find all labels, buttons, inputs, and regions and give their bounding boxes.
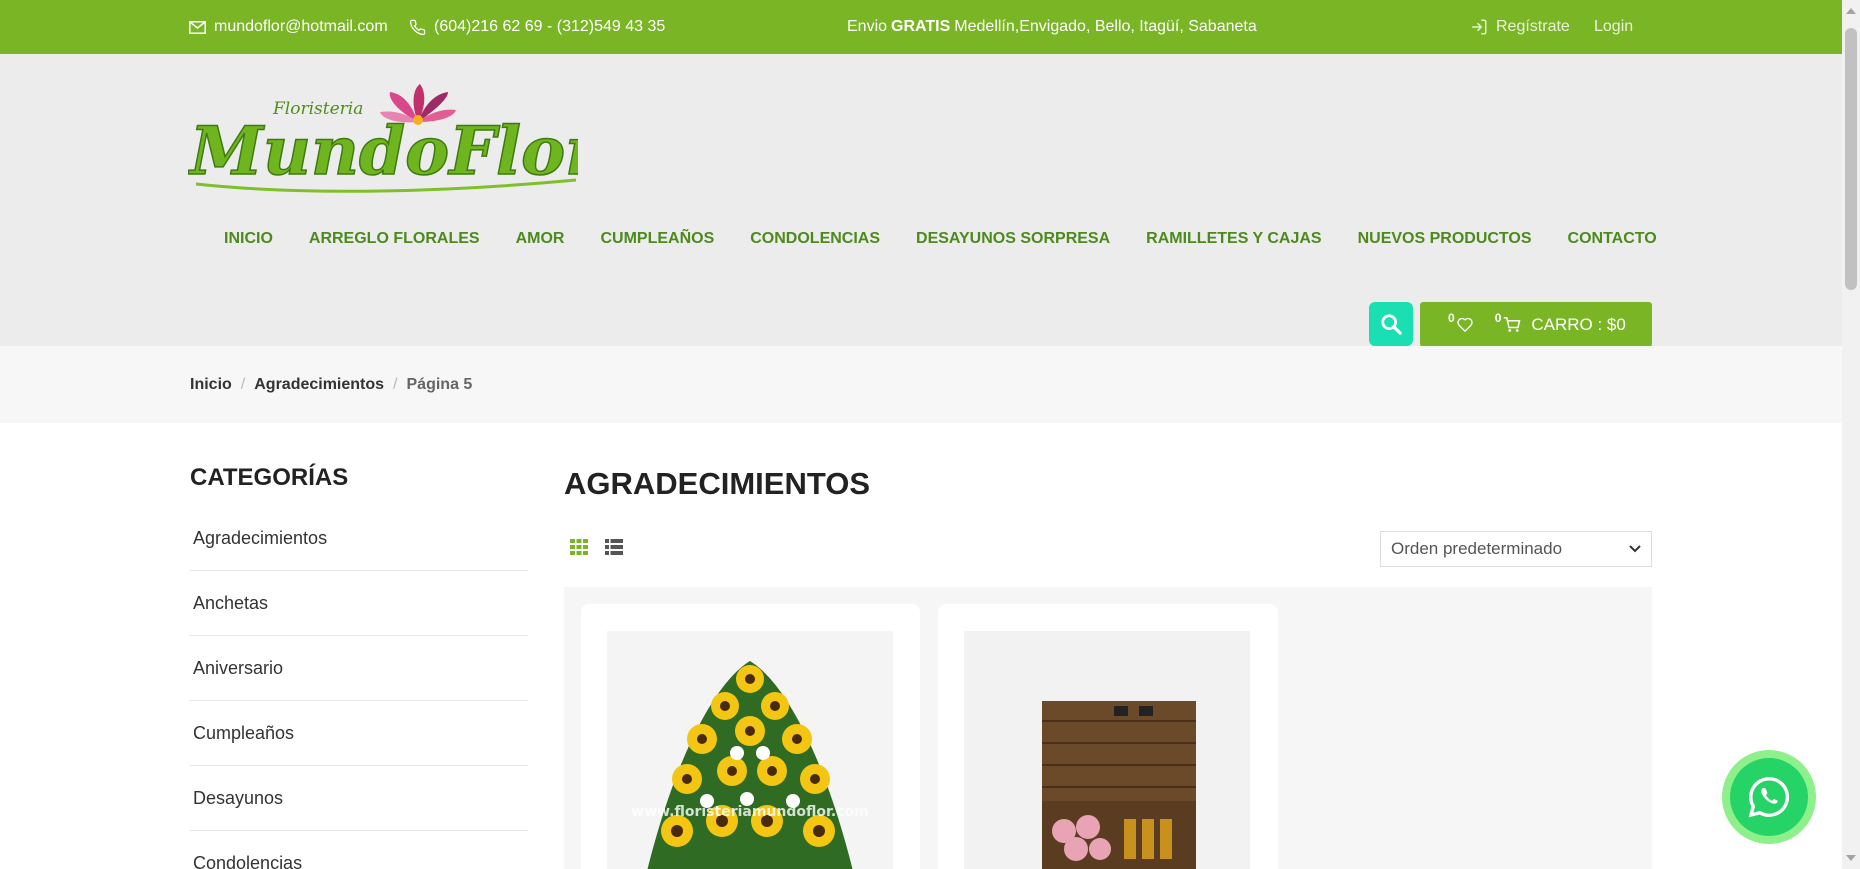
sort-select[interactable]: Orden predeterminado <box>1380 531 1652 567</box>
category-item-anchetas[interactable]: Anchetas <box>190 571 528 636</box>
register-label: Regístrate <box>1496 18 1570 35</box>
whatsapp-icon <box>1748 777 1790 818</box>
category-item-condolencias[interactable]: Condolencias <box>190 831 528 869</box>
nav-arreglo-florales[interactable]: ARREGLO FLORALES <box>309 230 480 248</box>
cart-link[interactable]: 0 <box>1495 311 1522 333</box>
grid-view-button[interactable] <box>570 539 588 560</box>
wishlist-count: 0 <box>1448 310 1455 325</box>
whatsapp-badge <box>1730 758 1808 836</box>
promo-bold: GRATIS <box>891 18 951 35</box>
main-nav: INICIO ARREGLO FLORALES AMOR CUMPLEAÑOS … <box>224 230 1657 248</box>
breadcrumb-current: Página 5 <box>406 375 473 393</box>
sidebar-title: CATEGORÍAS <box>190 464 349 491</box>
nav-condolencias[interactable]: CONDOLENCIAS <box>750 230 880 248</box>
product-grid: www.floristeriamundoflor.com <box>564 587 1652 869</box>
nav-cumpleanos[interactable]: CUMPLEAÑOS <box>600 230 714 248</box>
cart-icon <box>1504 317 1521 332</box>
category-item-agradecimientos[interactable]: Agradecimientos <box>190 506 528 571</box>
contact-email[interactable]: mundoflor@hotmail.com <box>189 0 388 54</box>
category-list: Agradecimientos Anchetas Aniversario Cum… <box>190 506 528 869</box>
nav-ramilletes-y-cajas[interactable]: RAMILLETES Y CAJAS <box>1146 230 1321 248</box>
promo-prefix: Envio <box>847 18 888 35</box>
list-view-button[interactable] <box>605 539 623 560</box>
whatsapp-button[interactable] <box>1722 750 1816 844</box>
free-shipping-promo: Envio GRATIS Medellín,Envigado, Bello, I… <box>847 0 1257 54</box>
search-button[interactable] <box>1369 302 1413 346</box>
promo-suffix: Medellín,Envigado, Bello, Itagüí, Sabane… <box>954 18 1257 35</box>
category-item-desayunos[interactable]: Desayunos <box>190 766 528 831</box>
nav-inicio[interactable]: INICIO <box>224 230 273 248</box>
product-image-wooden-box[interactable] <box>964 631 1250 869</box>
product-card[interactable] <box>938 604 1278 869</box>
breadcrumb-separator: / <box>393 375 398 393</box>
nav-contacto[interactable]: CONTACTO <box>1568 230 1657 248</box>
product-watermark: www.floristeriamundoflor.com <box>631 804 868 820</box>
scroll-thumb[interactable] <box>1845 28 1857 290</box>
product-image-sunflower-arrangement[interactable]: www.floristeriamundoflor.com <box>607 631 893 869</box>
contact-email-text: mundoflor@hotmail.com <box>214 18 388 35</box>
breadcrumb: Inicio / Agradecimientos / Página 5 <box>0 346 1842 423</box>
nav-amor[interactable]: AMOR <box>516 230 565 248</box>
site-header: Floristeria MundoFlor INICIO ARREGLO FLO… <box>0 54 1842 347</box>
phone-icon <box>409 19 426 35</box>
cart-button[interactable]: 0 0 CARRO : $0 <box>1420 302 1652 347</box>
list-icon <box>605 539 623 555</box>
chevron-down-icon <box>1629 545 1641 553</box>
logo-main-text: MundoFlor <box>188 112 578 190</box>
nav-nuevos-productos[interactable]: NUEVOS PRODUCTOS <box>1358 230 1532 248</box>
cart-count: 0 <box>1494 310 1502 325</box>
mail-icon <box>189 20 206 34</box>
sort-selected-value: Orden predeterminado <box>1391 539 1563 558</box>
page-scrollbar[interactable] <box>1842 0 1860 869</box>
scroll-up-arrow[interactable] <box>1846 8 1856 14</box>
login-link[interactable]: Login <box>1594 0 1633 54</box>
sign-in-icon <box>1472 19 1487 35</box>
top-bar: mundoflor@hotmail.com (604)216 62 69 - (… <box>0 0 1842 54</box>
page-title: AGRADECIMIENTOS <box>564 466 871 501</box>
breadcrumb-separator: / <box>240 375 246 393</box>
contact-phone[interactable]: (604)216 62 69 - (312)549 43 35 <box>409 0 665 54</box>
category-item-aniversario[interactable]: Aniversario <box>190 636 528 701</box>
breadcrumb-category[interactable]: Agradecimientos <box>254 376 384 394</box>
category-item-cumpleanos[interactable]: Cumpleaños <box>190 701 528 766</box>
register-link[interactable]: Regístrate <box>1470 0 1570 54</box>
wishlist-link[interactable]: 0 <box>1448 311 1473 332</box>
brand-logo[interactable]: Floristeria MundoFlor <box>188 84 578 199</box>
grid-icon <box>570 539 588 555</box>
login-label: Login <box>1594 18 1634 35</box>
scroll-down-arrow[interactable] <box>1846 855 1856 861</box>
search-icon <box>1381 314 1402 335</box>
breadcrumb-home[interactable]: Inicio <box>190 376 232 394</box>
cart-total-label: CARRO : $0 <box>1531 314 1626 334</box>
nav-desayunos-sorpresa[interactable]: DESAYUNOS SORPRESA <box>916 230 1110 248</box>
heart-icon <box>1457 317 1473 332</box>
contact-phone-text: (604)216 62 69 - (312)549 43 35 <box>434 18 666 35</box>
product-card[interactable]: www.floristeriamundoflor.com <box>581 604 920 869</box>
